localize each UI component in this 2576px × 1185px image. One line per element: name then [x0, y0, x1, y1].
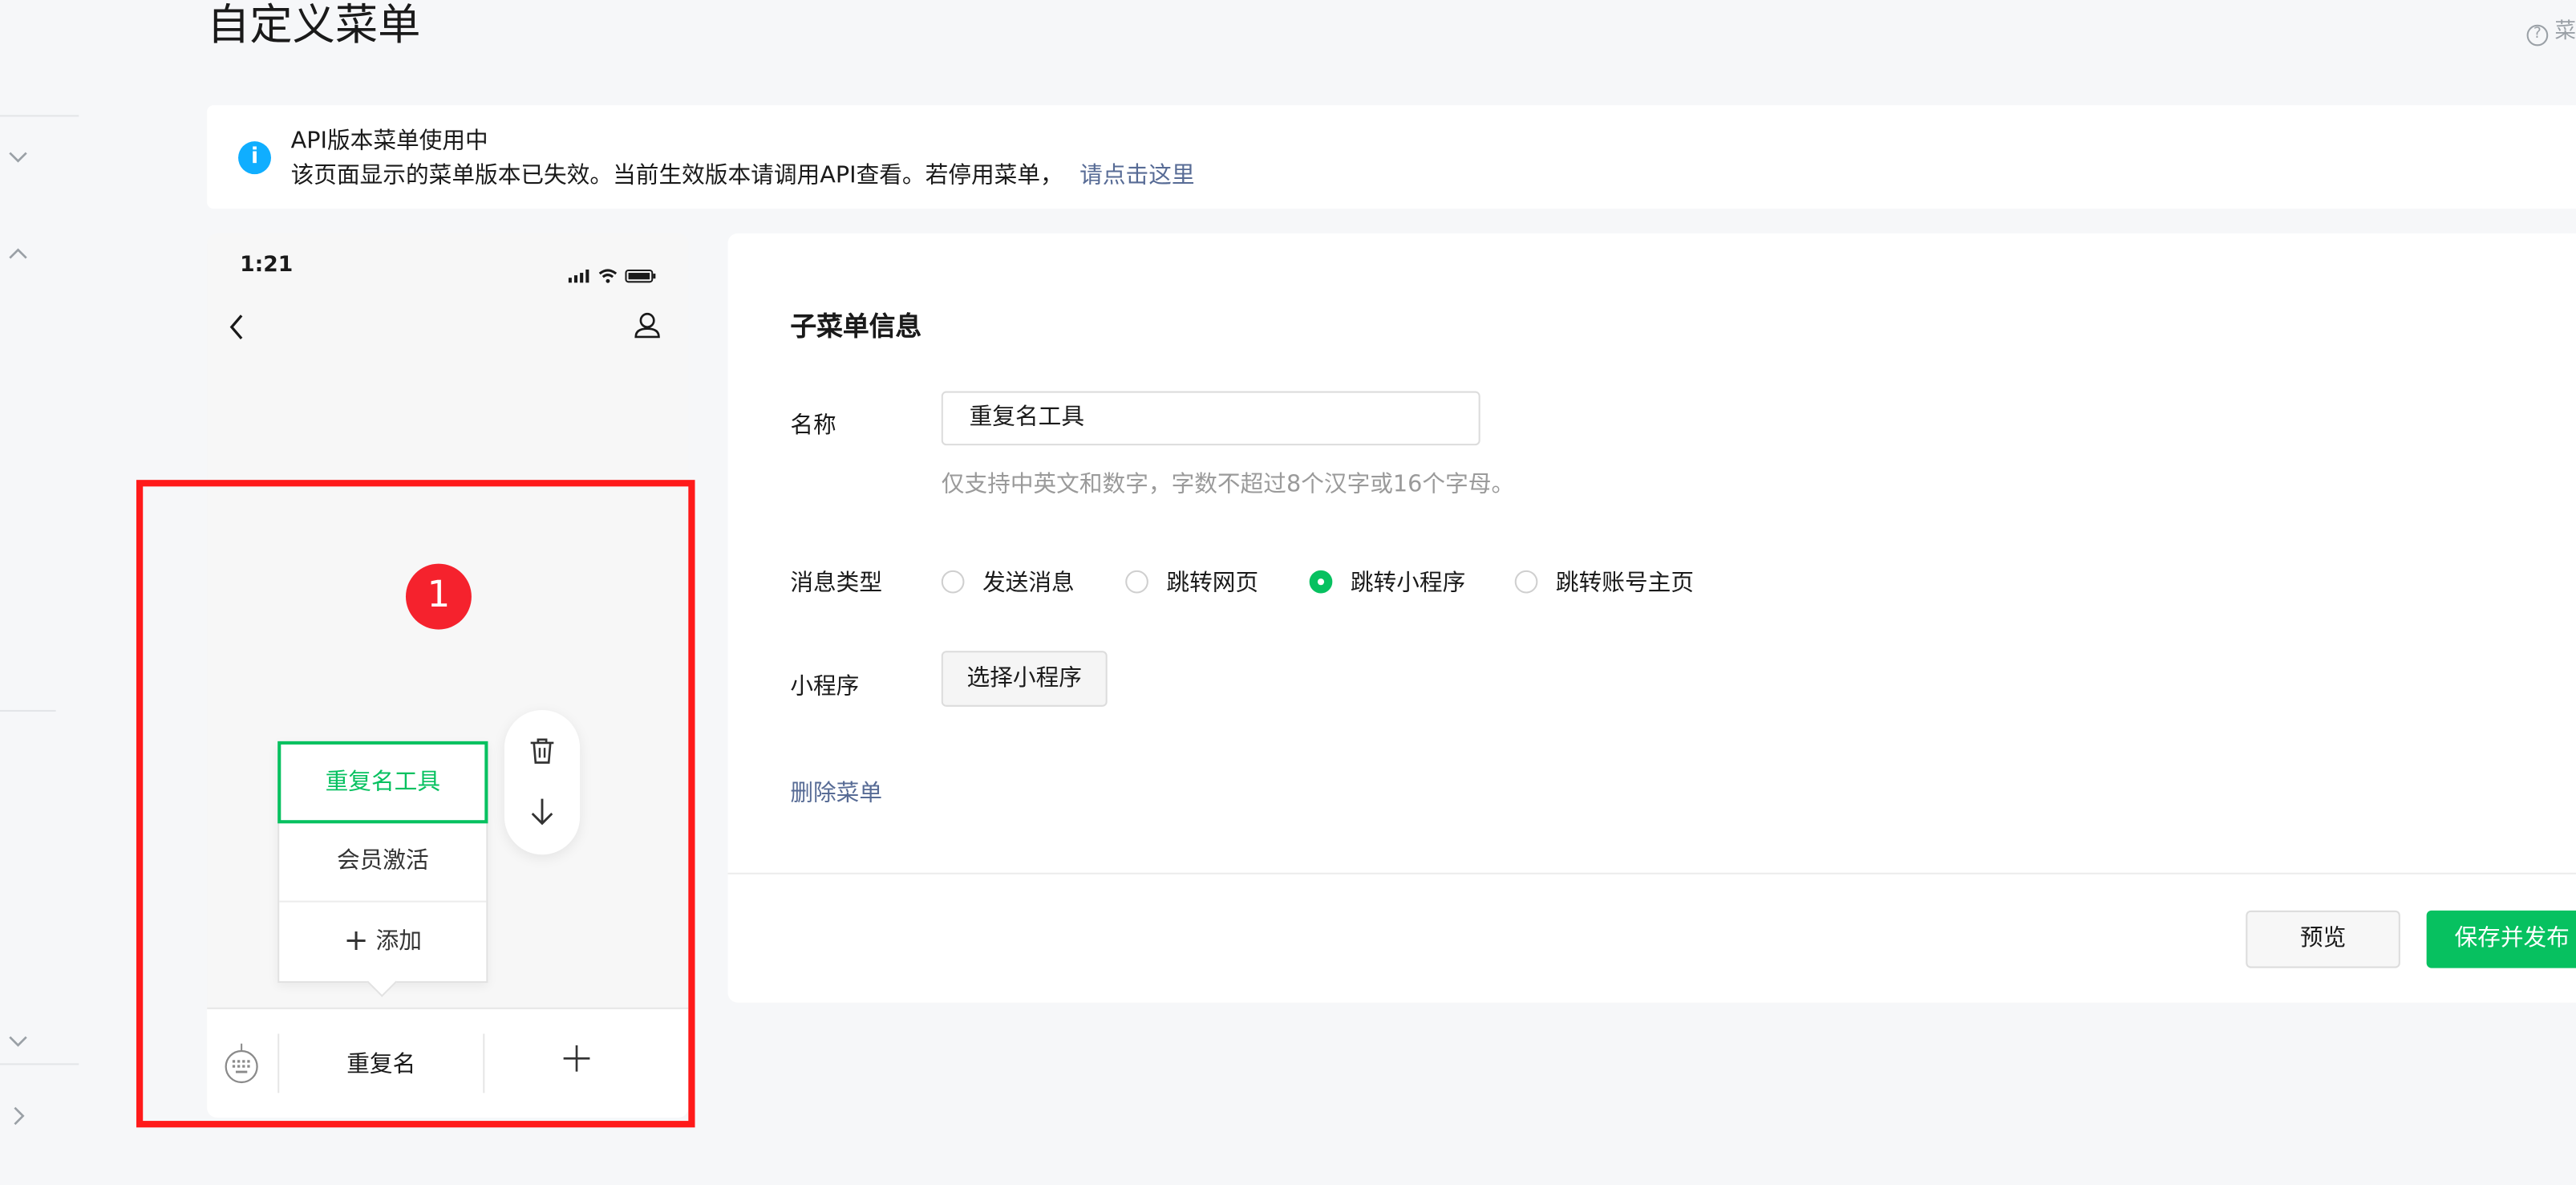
sidebar-divider: [0, 115, 79, 117]
chevron-right-icon[interactable]: [10, 1105, 26, 1133]
name-hint: 仅支持中英文和数字，字数不超过8个汉字或16个字母。: [941, 471, 1515, 498]
info-icon: i: [238, 141, 272, 175]
panel-divider: [727, 872, 2576, 875]
status-time: 1:21: [240, 253, 294, 278]
miniprogram-label: 小程序: [790, 673, 860, 700]
radio-label: 跳转小程序: [1350, 570, 1466, 597]
help-link[interactable]: ? 菜: [2526, 13, 2576, 47]
app-root: 自定义菜单 ? 菜 i API版本菜单使用中 该页面显示的菜单版本已失效。当前生效…: [0, 0, 2576, 1185]
type-label: 消息类型: [790, 570, 883, 597]
radio-circle-selected: [1309, 570, 1333, 594]
page-title: 自定义菜单: [207, 2, 421, 51]
chevron-down-icon[interactable]: [6, 148, 30, 171]
sidebar-divider: [0, 1063, 79, 1065]
signal-icon: [568, 269, 656, 283]
name-label: 名称: [790, 412, 836, 439]
notice-message-row: 该页面显示的菜单版本已失效。当前生效版本请调用API查看。若停用菜单， 请点击这里: [291, 160, 1195, 193]
radio-circle: [941, 570, 965, 594]
radio-label: 发送消息: [982, 570, 1075, 597]
form-heading: 子菜单信息: [790, 310, 922, 343]
question-icon: ?: [2526, 24, 2549, 47]
back-icon[interactable]: [227, 312, 247, 350]
select-miniprogram-button[interactable]: 选择小程序: [941, 651, 1108, 707]
name-input[interactable]: 重复名工具: [941, 391, 1480, 446]
radio-circle: [1125, 570, 1148, 594]
radio-circle: [1514, 570, 1538, 594]
save-publish-button[interactable]: 保存并发布: [2426, 910, 2576, 968]
delete-menu-link[interactable]: 删除菜单: [790, 776, 882, 809]
user-icon[interactable]: [631, 309, 664, 348]
highlight-box: [136, 480, 695, 1128]
sidebar-divider: [0, 709, 56, 712]
notice-link[interactable]: 请点击这里: [1079, 163, 1194, 189]
preview-button[interactable]: 预览: [2246, 910, 2400, 968]
radio-open-miniprogram[interactable]: 跳转小程序: [1309, 566, 1466, 599]
help-text: 菜: [2554, 19, 2576, 45]
api-notice: i API版本菜单使用中 该页面显示的菜单版本已失效。当前生效版本请调用API查…: [207, 105, 2576, 209]
radio-label: 跳转账号主页: [1555, 570, 1695, 597]
radio-label: 跳转网页: [1166, 570, 1259, 597]
notice-title: API版本菜单使用中: [290, 128, 488, 155]
notice-message: 该页面显示的菜单版本已失效。当前生效版本请调用API查看。若停用菜单，: [290, 162, 1063, 189]
chevron-down-icon[interactable]: [6, 1032, 30, 1055]
radio-send-message[interactable]: 发送消息: [941, 566, 1075, 599]
submenu-form-panel: 子菜单信息 名称 重复名工具 仅支持中英文和数字，字数不超过8个汉字或16个字母…: [727, 233, 2576, 1003]
chevron-up-icon[interactable]: [6, 243, 30, 266]
radio-open-webpage[interactable]: 跳转网页: [1125, 566, 1258, 599]
radio-open-account-home[interactable]: 跳转账号主页: [1514, 566, 1695, 599]
status-icons: [568, 260, 661, 291]
